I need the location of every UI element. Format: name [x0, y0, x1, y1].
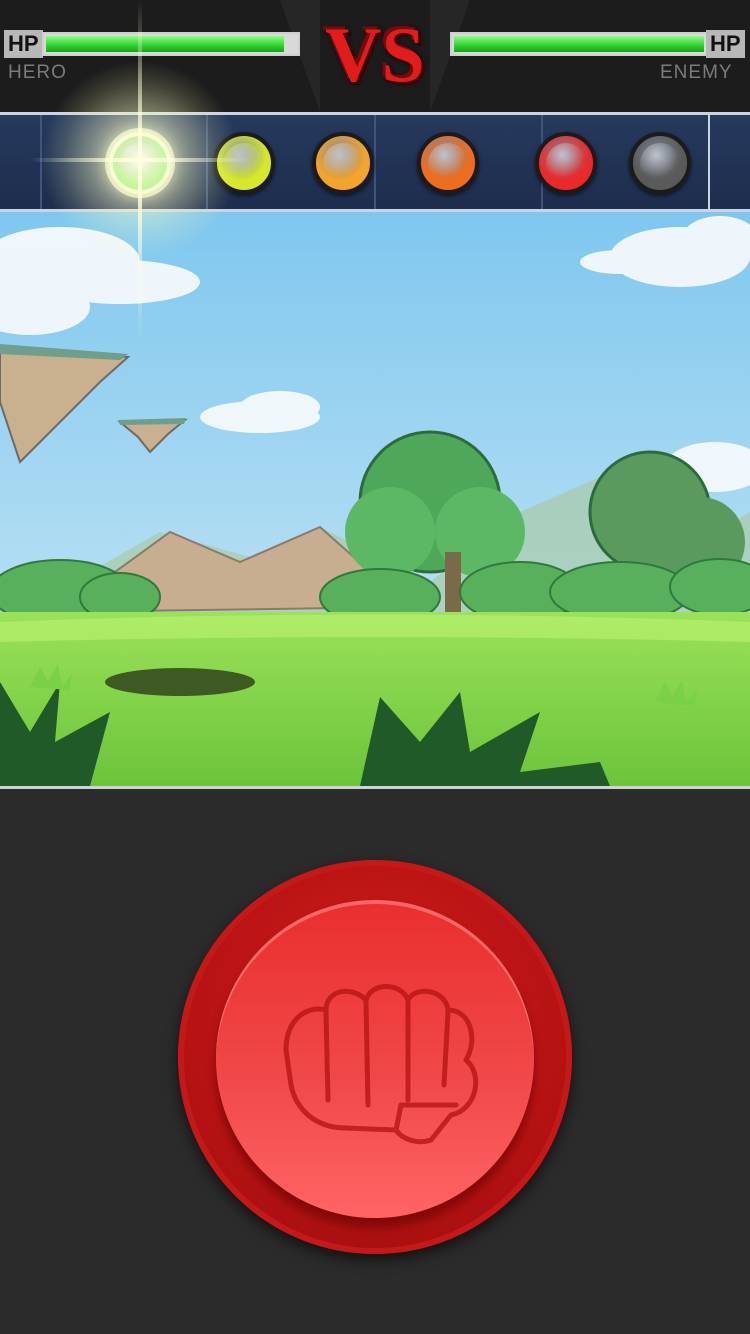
red-note-icon [535, 132, 597, 194]
enemy-hp-label: HP [706, 30, 745, 58]
orange-note-icon [312, 132, 374, 194]
enemy-name: ENEMY [660, 62, 733, 83]
meadow-background [0, 212, 750, 786]
punch-button[interactable] [178, 860, 572, 1254]
top-hud: HP HERO VS HP ENEMY [0, 0, 750, 112]
hero-hp-bar [42, 32, 300, 56]
versus-logo: VS [325, 11, 425, 98]
hit-glow-beam [30, 158, 250, 162]
hero-hp-label: HP [4, 30, 43, 58]
track-divider [40, 115, 42, 209]
fist-icon [283, 984, 479, 1145]
shadow-spot [105, 668, 255, 696]
timing-track [0, 112, 750, 212]
punch-button-cap[interactable] [216, 900, 534, 1218]
track-divider [374, 115, 376, 209]
hero-name: HERO [8, 62, 67, 83]
hit-glow-beam [138, 0, 142, 340]
enemy-hp-bar [450, 32, 708, 56]
track-divider [708, 115, 710, 209]
yellow-note-icon [213, 132, 275, 194]
enemy-hp-fill [454, 36, 704, 52]
battle-scene [0, 212, 750, 789]
dark-orange-note-icon [417, 132, 479, 194]
hero-hp-fill [46, 36, 284, 52]
gray-note-icon [629, 132, 691, 194]
track-divider [206, 115, 208, 209]
